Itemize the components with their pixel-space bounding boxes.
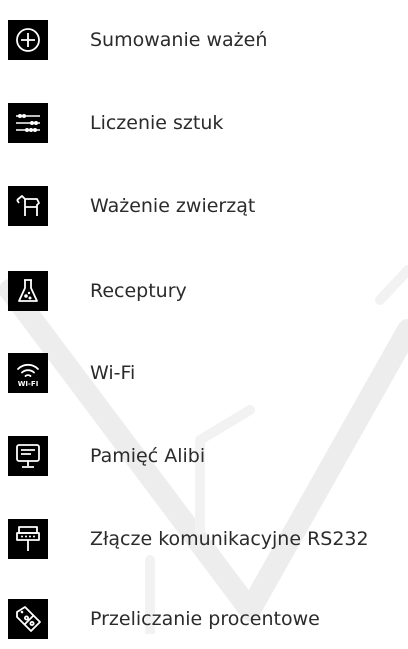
feature-item-wazenie-zwierzat: Ważenie zwierząt: [0, 176, 408, 236]
feature-label: Złącze komunikacyjne RS232: [90, 528, 369, 550]
feature-item-receptury: Receptury: [0, 261, 408, 321]
percent-tag-icon: [8, 599, 48, 639]
feature-label: Receptury: [90, 280, 187, 302]
wifi-icon: WI-FI: [8, 353, 48, 393]
feature-list: Sumowanie ważeń Liczenie sztuk Ważenie z…: [0, 0, 408, 639]
rs232-connector-icon: [8, 519, 48, 559]
feature-item-pamiec-alibi: Pamięć Alibi: [0, 426, 408, 486]
svg-text:WI-FI: WI-FI: [18, 380, 39, 388]
monitor-memory-icon: [8, 436, 48, 476]
feature-item-wifi: WI-FI Wi-Fi: [0, 343, 408, 403]
feature-item-rs232: Złącze komunikacyjne RS232: [0, 509, 408, 569]
feature-label: Pamięć Alibi: [90, 445, 206, 467]
feature-item-liczenie: Liczenie sztuk: [0, 93, 408, 153]
feature-label: Wi-Fi: [90, 362, 136, 384]
abacus-icon: [8, 103, 48, 143]
feature-label: Liczenie sztuk: [90, 112, 224, 134]
plus-circle-icon: [8, 20, 48, 60]
feature-label: Przeliczanie procentowe: [90, 608, 320, 630]
feature-label: Ważenie zwierząt: [90, 195, 256, 217]
feature-label: Sumowanie ważeń: [90, 29, 268, 51]
feature-item-procentowe: Przeliczanie procentowe: [0, 589, 408, 649]
horse-icon: [8, 186, 48, 226]
feature-item-sumowanie: Sumowanie ważeń: [0, 10, 408, 70]
flask-icon: [8, 271, 48, 311]
